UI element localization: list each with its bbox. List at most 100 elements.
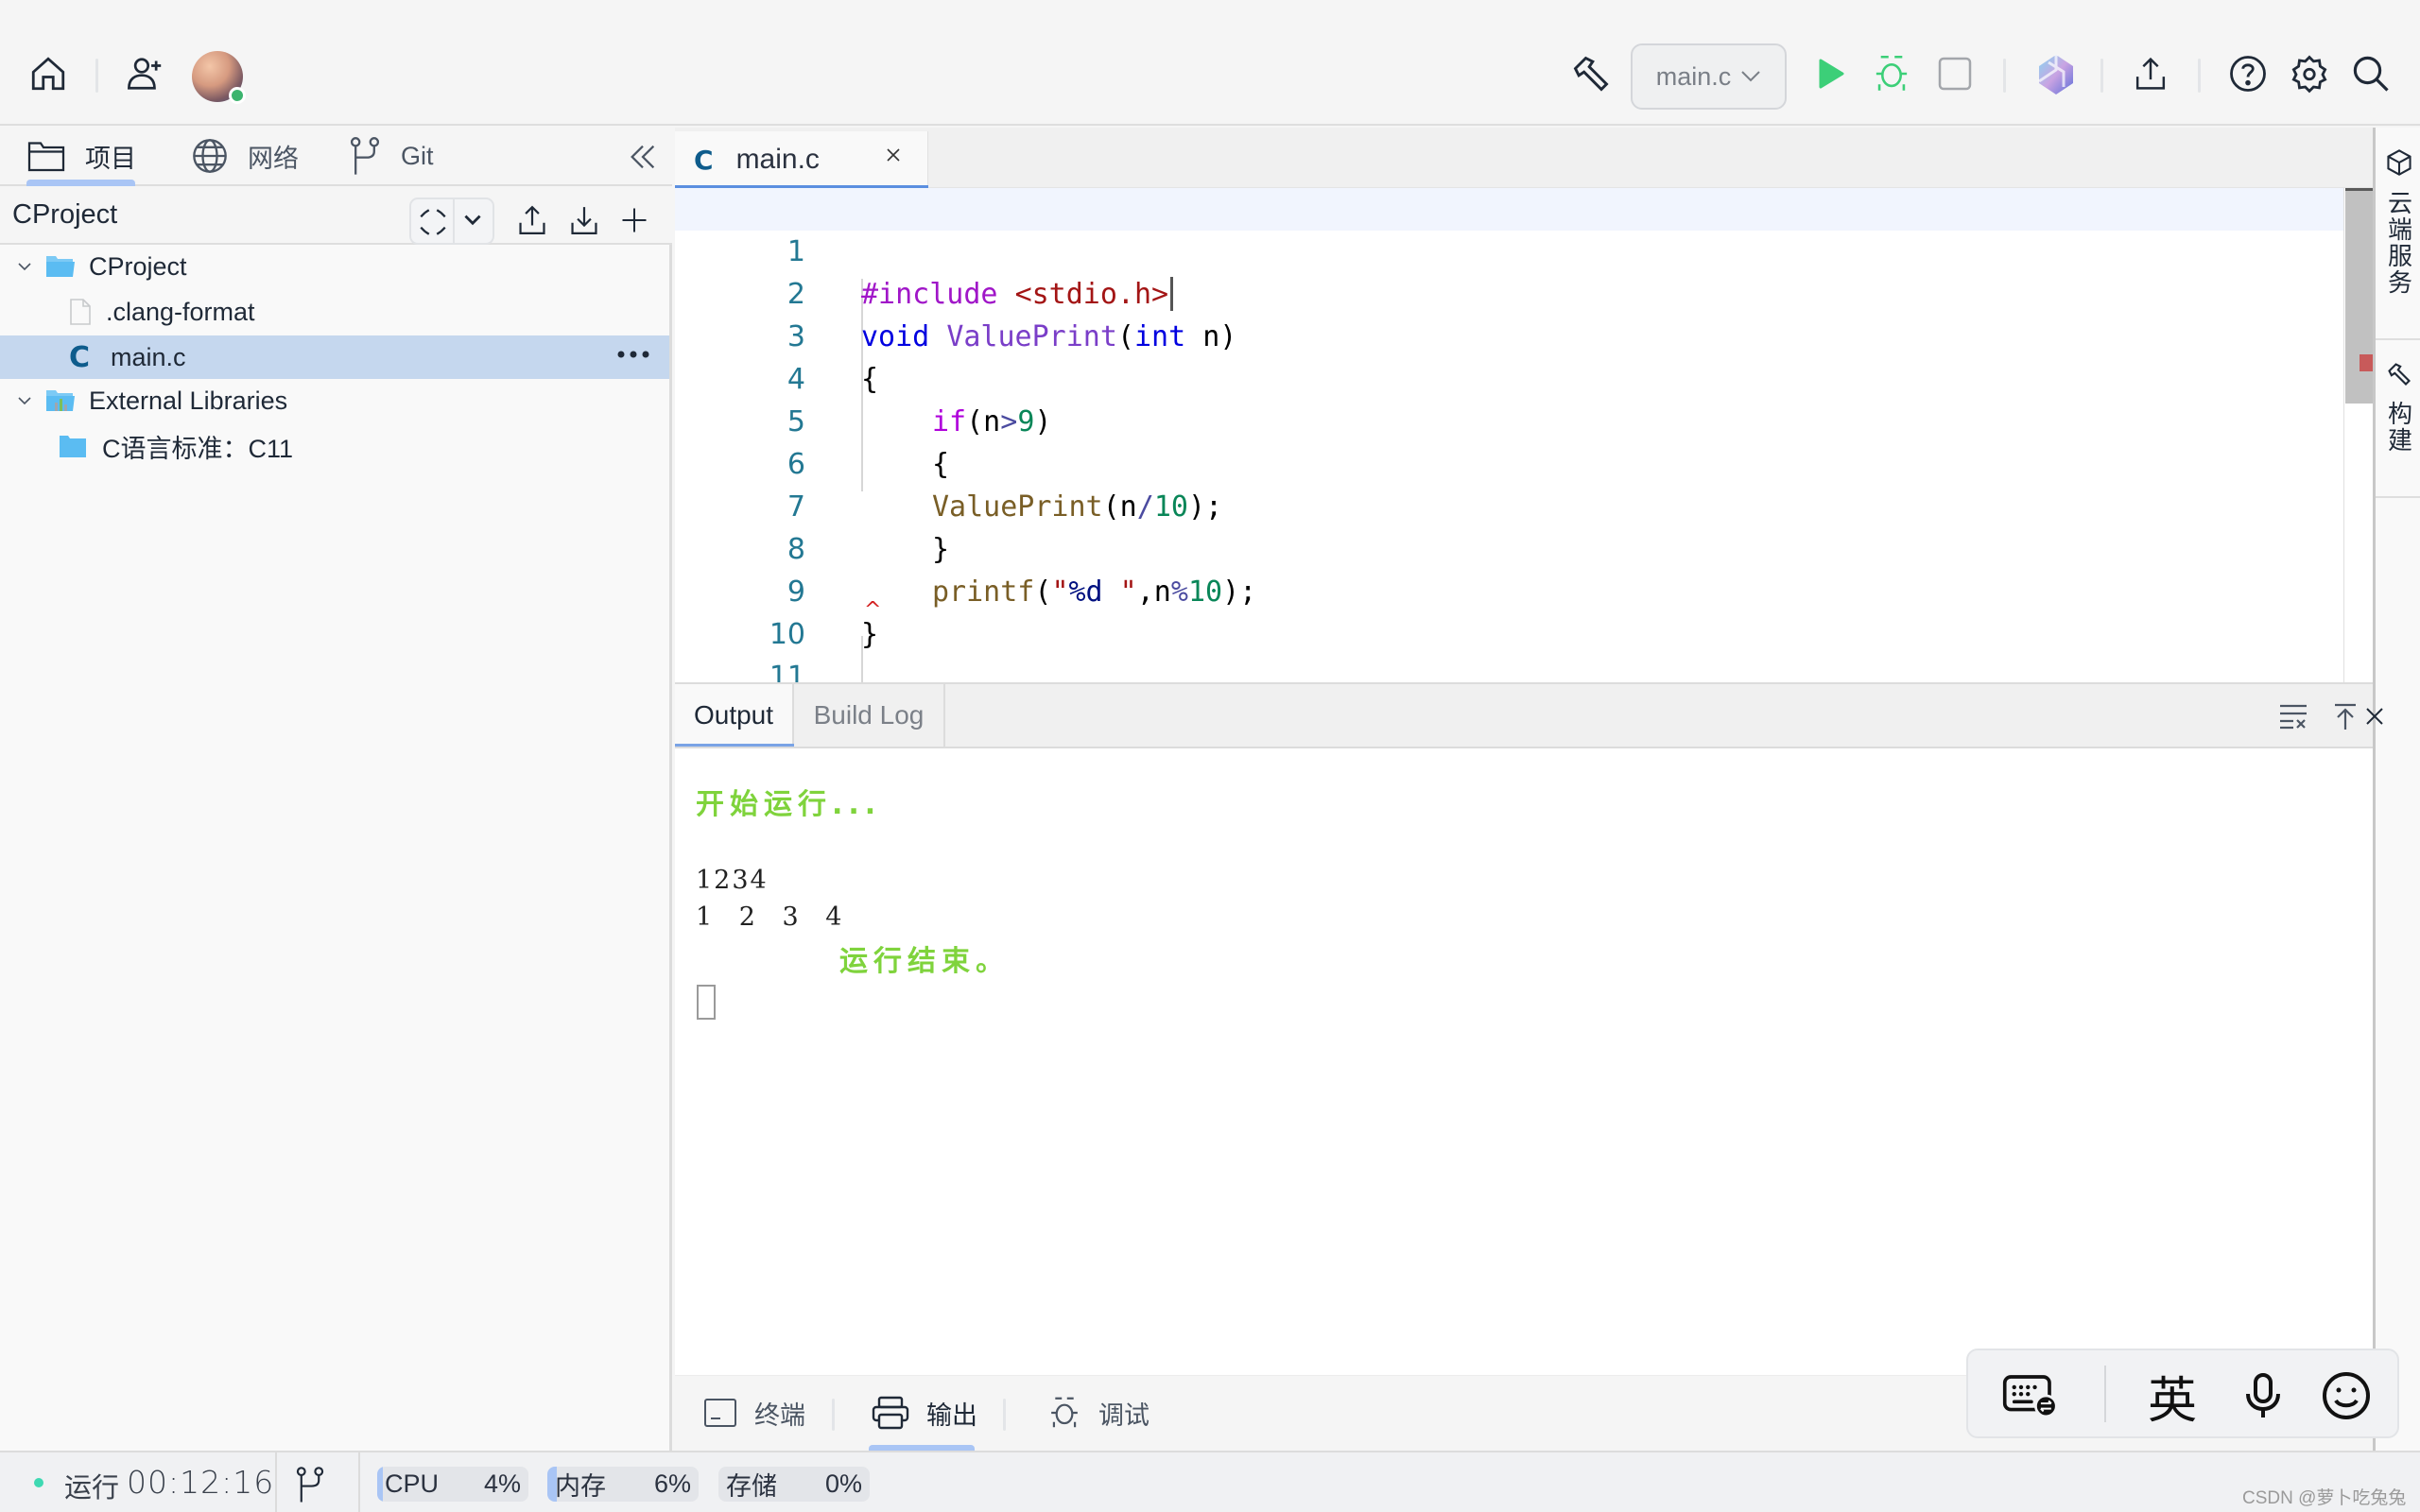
gear-icon [2291,55,2327,94]
settings-button[interactable] [2289,53,2330,94]
run-config-dropdown[interactable]: main.c [1631,43,1787,110]
chevron-down-icon[interactable] [13,389,36,412]
locate-options-button[interactable] [460,208,489,236]
sidebar-tab-git[interactable]: Git [348,135,434,177]
tab-output[interactable]: Output [675,684,794,747]
run-button[interactable] [1810,53,1852,94]
double-chevron-left-icon [631,145,655,169]
git-branch-icon [350,137,380,175]
tree-item-label: CProject [89,251,187,281]
hammer-icon [2388,363,2411,386]
console-input-cursor[interactable] [697,985,716,1020]
add-user-button[interactable] [126,53,167,94]
divider [2104,1366,2106,1422]
sidebar-tab-network[interactable]: 网络 [191,135,299,177]
tree-item-label: main.c [111,342,186,371]
console-output-line: 1234 [696,866,769,895]
toolbar-divider [2100,59,2103,93]
close-tab-button[interactable] [883,145,911,173]
storage-meter[interactable]: 存储 0% [718,1467,870,1502]
stop-button[interactable] [1934,53,1976,94]
cpu-meter[interactable]: CPU 4% [377,1467,528,1502]
active-tab-underline [675,744,794,747]
microphone-icon [2246,1373,2280,1418]
more-options-button[interactable] [616,343,650,366]
close-panel-button[interactable] [2358,699,2392,733]
build-button[interactable] [1570,53,1612,94]
tab-build-log[interactable]: Build Log [794,684,945,747]
meter-label: 内存 [555,1472,606,1501]
output-console[interactable]: 开始运行... 1234 1 2 3 4 运行结束。 [675,748,2373,1377]
file-icon [70,299,91,325]
editor-tab-main-c[interactable]: C main.c [675,131,928,188]
folder-icon [27,142,65,172]
clear-output-icon [2280,704,2307,730]
code-line-12: 12 unsigned int num=0; [675,656,2343,682]
run-status-dot [34,1478,43,1487]
emoji-button[interactable] [2318,1367,2375,1424]
language-toggle-button[interactable]: 英 [2144,1367,2201,1430]
active-tab-indicator [26,180,135,186]
chevron-down-icon [464,215,481,226]
tree-item-c-standard[interactable]: C语言标准：C11 [0,424,669,468]
sidebar-tab-label: 项目 [85,144,136,173]
bug-icon [1051,1397,1078,1428]
code-line-6: 6 ValuePrint(n/10); [675,401,2343,524]
bottom-tab-output[interactable]: 输出 [872,1389,977,1436]
c-file-icon: C [694,144,714,176]
maximize-panel-icon [2335,703,2356,730]
tree-item-label: External Libraries [89,386,288,415]
home-button[interactable] [27,53,69,94]
hammer-icon [1573,56,1609,92]
tree-item-clang-format[interactable]: .clang-format [0,290,669,334]
clear-output-button[interactable] [2276,699,2310,733]
toolbar-divider [95,59,98,93]
keyboard-switch-button[interactable] [2002,1367,2059,1424]
debug-button[interactable] [1871,53,1912,94]
right-panel-cloud-services[interactable]: 云端服务 [2376,128,2420,340]
memory-meter[interactable]: 内存 6% [547,1467,699,1502]
import-button[interactable] [567,203,601,237]
right-panel-build[interactable]: 构建 [2376,340,2420,498]
bug-icon [1876,55,1908,91]
run-status-label: 运行 [64,1473,120,1503]
code-line-7: 7 } [675,443,2343,566]
smiley-icon [2323,1372,2370,1419]
git-status-button[interactable] [293,1466,327,1503]
export-button[interactable] [515,203,549,237]
tree-item-cproject[interactable]: CProject [0,245,669,288]
tree-item-main-c[interactable]: C main.c [0,335,669,379]
bottom-tab-terminal[interactable]: 终端 [703,1389,805,1436]
ai-assistant-button[interactable] [2031,49,2082,100]
close-icon [887,148,900,162]
locate-file-group [409,198,494,245]
play-icon [1819,59,1844,89]
bottom-tab-label: 调试 [1098,1400,1150,1430]
help-button[interactable] [2227,53,2269,94]
sidebar-tab-project[interactable]: 项目 [26,135,136,177]
c-file-icon: C [69,340,91,374]
tab-label: Output [693,700,774,730]
code-line-8: 8 printf("%d ",n%10); [675,486,2343,609]
code-line-4: 4 if(n>9) [675,316,2343,438]
new-file-button[interactable] [617,203,651,237]
ai-cube-icon [2038,55,2073,94]
collapse-sidebar-button[interactable] [627,141,661,175]
code-area[interactable]: 1 #include <stdio.h> 2 void ValuePrint(i… [675,188,2343,682]
library-folder-icon [46,390,75,411]
editor-tab-label: main.c [735,144,820,175]
upload-icon [2135,57,2166,90]
locate-file-button[interactable] [417,206,451,240]
bottom-tab-debug[interactable]: 调试 [1047,1389,1150,1436]
git-branch-icon [296,1467,324,1503]
focus-icon [420,209,446,235]
globe-icon [193,139,227,173]
search-button[interactable] [2350,53,2392,94]
top-toolbar: main.c [0,0,2420,126]
upload-button[interactable] [2130,53,2171,94]
voice-input-button[interactable] [2235,1367,2291,1424]
error-marker[interactable] [2360,354,2373,371]
chevron-down-icon[interactable] [13,255,36,278]
tree-item-external-libraries[interactable]: External Libraries [0,379,669,422]
close-icon [2366,708,2383,725]
